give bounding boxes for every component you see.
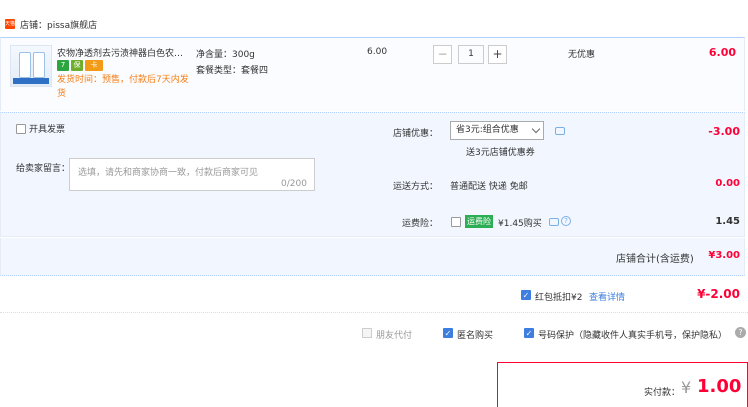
friend-pay-checkbox[interactable] [362, 328, 372, 338]
number-protect-checkbox[interactable]: ✓ [524, 328, 534, 338]
invoice-label: 开具发票 [29, 125, 66, 135]
redpacket-row [0, 277, 748, 313]
ship-time-note: 发货时间：预售，付款后7天内发货 [57, 75, 189, 99]
product-image[interactable] [10, 45, 52, 87]
number-protect-label: 号码保护（隐藏收件人真实手机号，保护隐私） [538, 331, 728, 341]
pay-label: 实付款： [644, 388, 681, 398]
card-payment-icon[interactable]: 卡 [85, 60, 103, 71]
product-row: 农物净透剂去污渍神器白色农物彩漂粉 7保卡 发货时间：预售，付款后7天内发货 净… [0, 37, 745, 111]
line-total: 6.00 [708, 46, 736, 59]
shop-promo-label: 店铺优惠： [393, 129, 439, 139]
anonymous-label: 匿名购买 [457, 331, 494, 341]
shop-promo-select[interactable]: 省3元:组合优惠 [450, 121, 544, 140]
currency-symbol: ¥ [681, 378, 692, 397]
qty-input[interactable]: 1 [458, 45, 484, 64]
invoice-checkbox[interactable] [16, 123, 26, 134]
qty-minus-button[interactable]: − [433, 45, 452, 64]
insurance-price: ¥1.45购买 [498, 219, 542, 229]
chat-icon[interactable] [549, 218, 559, 226]
service-badges: 7保卡 [57, 60, 105, 71]
shop-promo-selected: 省3元:组合优惠 [456, 125, 519, 135]
invoice-option[interactable]: 开具发票 [16, 122, 65, 135]
insurance-amount: 1.45 [715, 216, 740, 227]
unit-price: 6.00 [367, 47, 388, 57]
shipping-label: 运送方式： [393, 182, 439, 192]
anonymous-checkbox[interactable]: ✓ [443, 328, 453, 338]
shipping-amount: 0.00 [715, 178, 740, 189]
shop-promo-amount: -3.00 [708, 125, 740, 138]
note-placeholder: 选填，请先和商家协商一致，付款后商家可见 [78, 168, 259, 178]
redpacket-details-link[interactable]: 查看详情 [589, 290, 625, 303]
question-icon[interactable]: ? [735, 327, 746, 338]
store-name[interactable]: 店铺：pissa旗舰店 [20, 18, 97, 31]
note-char-count: 0/200 [281, 179, 307, 189]
subtotal-label: 店铺合计(含运费) [616, 254, 694, 265]
insurance-label: 运费险： [402, 219, 439, 229]
qty-plus-button[interactable]: + [488, 45, 507, 64]
shop-coupon-note: 送3元店铺优惠券 [466, 148, 535, 158]
subtotal-amount: ¥3.00 [708, 250, 740, 261]
shipping-method: 普通配送 快递 免邮 [450, 182, 528, 192]
quantity-stepper: − 1 + [433, 45, 507, 64]
product-title[interactable]: 农物净透剂去污渍神器白色农物彩漂粉 [57, 46, 191, 59]
redpacket-checkbox[interactable]: ✓ [521, 290, 531, 300]
redpacket-amount: ¥-2.00 [697, 287, 740, 301]
help-icon[interactable]: ? [561, 216, 571, 226]
note-label: 给卖家留言： [16, 164, 71, 174]
chat-icon[interactable] [555, 127, 565, 135]
seven-day-return-icon[interactable]: 7 [57, 60, 69, 71]
tmall-store-icon: 天猫 [5, 19, 16, 29]
redpacket-label: 红包抵扣¥2 [535, 293, 583, 303]
friend-pay-label: 朋友代付 [376, 331, 413, 341]
insurance-badge: 运费险 [465, 215, 493, 228]
insurance-checkbox[interactable] [451, 217, 461, 227]
product-attr-package: 套餐类型：套餐四 [196, 66, 269, 76]
store-header: 天猫 店铺：pissa旗舰店 [0, 12, 748, 36]
guarantee-icon[interactable]: 保 [71, 60, 83, 71]
product-attr-weight: 净含量：300g [196, 50, 255, 60]
pay-amount: 1.00 [697, 376, 742, 397]
chevron-down-icon [531, 124, 541, 134]
item-promo: 无优惠 [568, 50, 596, 60]
